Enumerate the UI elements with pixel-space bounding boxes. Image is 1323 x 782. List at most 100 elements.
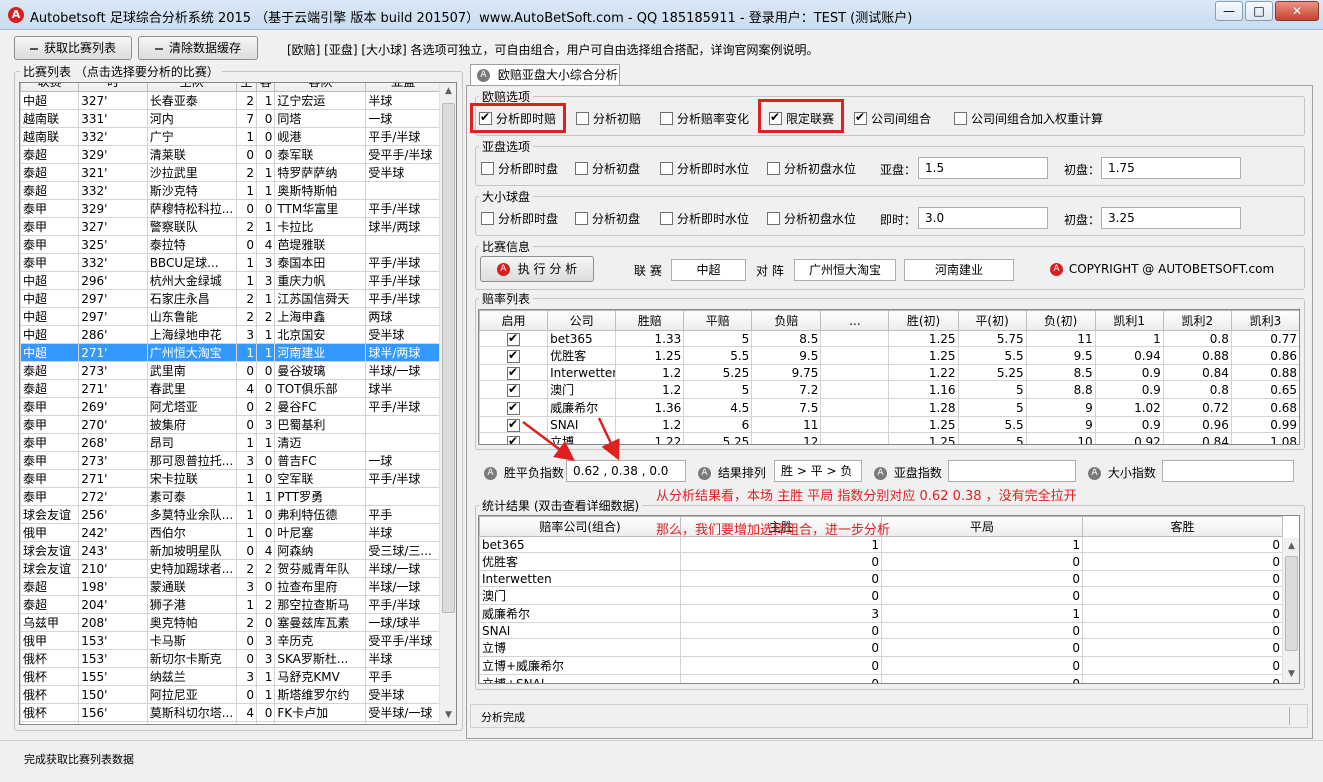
scroll-up-icon[interactable]: ▲	[440, 83, 456, 100]
odds-enable-cell[interactable]	[479, 364, 549, 381]
checkbox-icon[interactable]	[575, 212, 588, 225]
odds-row[interactable]: bet3651.3358.51.255.751110.80.77	[479, 330, 1299, 347]
match-row[interactable]: 俄杯 150' 阿拉尼亚 0 1 斯塔维罗尔约 受半球	[20, 685, 441, 704]
scroll-up-icon[interactable]: ▲	[1283, 538, 1299, 555]
match-row[interactable]: 乌兹甲 208' 奥克特帕 2 0 塞曼兹库瓦素 一球/球半	[20, 613, 441, 632]
rank-value[interactable]: 胜 > 平 > 负	[774, 460, 862, 482]
match-column-header[interactable]: 亚盘	[365, 83, 441, 92]
stats-row[interactable]: 威廉希尔 3 1 0	[479, 604, 1283, 623]
odds-column-header[interactable]: 公司	[547, 310, 617, 331]
ou-index-value[interactable]	[1162, 460, 1294, 482]
match-row[interactable]: 泰超 204' 狮子港 1 2 那空拉查斯马 平手/半球	[20, 595, 441, 614]
scroll-thumb[interactable]	[442, 103, 455, 613]
odds-column-header[interactable]: ...	[820, 310, 890, 331]
match-row[interactable]: 泰甲 332' BBCU足球... 1 3 泰国本田 平手/半球	[20, 253, 441, 272]
checkbox-icon[interactable]	[660, 112, 673, 125]
ou-checkbox-2[interactable]: 分析即时水位	[660, 210, 749, 227]
checkbox-icon[interactable]	[481, 162, 494, 175]
ou-checkbox-3[interactable]: 分析初盘水位	[767, 210, 856, 227]
odds-column-header[interactable]: 胜(初)	[888, 310, 959, 331]
checkbox-icon[interactable]	[854, 110, 867, 125]
minimize-button[interactable]: —	[1215, 1, 1243, 21]
match-row[interactable]: 球会友谊160'巴玛祖瓦洛斯...31布达尔斯平手/半球	[20, 721, 441, 724]
match-row[interactable]: 中超 297' 石家庄永昌 2 1 江苏国信舜天 平手/半球	[20, 289, 441, 308]
match-column-header[interactable]: 客	[256, 83, 276, 92]
enable-checkbox-icon[interactable]	[507, 382, 521, 397]
match-row[interactable]: 泰超 198' 蒙通联 3 0 拉查布里府 半球/一球	[20, 577, 441, 596]
ou-line-input[interactable]: 3.0	[918, 207, 1048, 229]
odds-enable-cell[interactable]	[479, 380, 549, 399]
match-row[interactable]: 中超 327' 长春亚泰 2 1 辽宁宏运 半球	[20, 91, 441, 110]
stats-list[interactable]: 赔率公司(组合) 主胜 平局 客胜 bet365 1 1 0 优胜客 0 0 0 Interwette…	[478, 515, 1300, 684]
checkbox-icon[interactable]	[576, 112, 589, 125]
stats-row[interactable]: SNAI 0 0 0	[479, 622, 1283, 639]
match-row[interactable]: 球会友谊 210' 史特加踢球者... 2 2 贺芬威青年队 半球/一球	[20, 559, 441, 578]
match-row[interactable]: 泰超 321' 沙拉武里 2 1 特罗萨萨纳 受半球	[20, 163, 441, 182]
asian-checkbox-2[interactable]: 分析即时水位	[660, 160, 749, 177]
match-row[interactable]: 俄甲 242' 西伯尔 1 0 叶尼塞 半球	[20, 523, 441, 542]
match-row[interactable]: 中超 296' 杭州大金绿城 1 3 重庆力帆 平手/半球	[20, 271, 441, 290]
checkbox-icon[interactable]	[769, 110, 782, 125]
match-row[interactable]: 泰超 329' 清莱联 0 0 泰军联 受平手/半球	[20, 145, 441, 164]
match-column-header[interactable]: 主	[235, 83, 258, 92]
odds-column-header[interactable]: 负赔	[751, 310, 822, 331]
odds-column-header[interactable]: 平(初)	[957, 310, 1027, 331]
euro-checkbox-2[interactable]: 分析赔率变化	[660, 110, 749, 127]
match-row[interactable]: 泰甲 327' 警察联队 2 1 卡拉比 球半/两球	[20, 217, 441, 236]
enable-checkbox-icon[interactable]	[507, 366, 521, 380]
euro-checkbox-0[interactable]: 分析即时赔	[479, 110, 556, 127]
euro-checkbox-4[interactable]: 公司间组合	[854, 110, 931, 127]
stats-column-header[interactable]: 赔率公司(组合)	[479, 516, 681, 537]
match-row[interactable]: 泰超 332' 斯沙克特 1 1 奥斯特斯帕	[20, 181, 441, 200]
ou-checkbox-0[interactable]: 分析即时盘	[481, 210, 558, 227]
asian-checkbox-1[interactable]: 分析初盘	[575, 160, 640, 177]
asian-checkbox-3[interactable]: 分析初盘水位	[767, 160, 856, 177]
odds-row[interactable]: Interwetten1.25.259.751.225.258.50.90.84…	[479, 364, 1299, 381]
match-row[interactable]: 泰甲 273' 那可恩普拉托... 3 0 普吉FC 一球	[20, 451, 441, 470]
match-column-header[interactable]: 时	[78, 83, 148, 92]
stats-row[interactable]: bet365 1 1 0	[479, 536, 1283, 553]
run-analysis-button[interactable]: A 执 行 分 析	[480, 256, 594, 282]
odds-column-header[interactable]: 负(初)	[1025, 310, 1096, 331]
match-row[interactable]: 泰超 273' 武里南 0 0 曼谷玻璃 半球/一球	[20, 361, 441, 380]
odds-column-header[interactable]: 凯利1	[1094, 310, 1164, 331]
match-list-scrollbar[interactable]: ▲ ▼	[439, 83, 456, 724]
stats-scrollbar[interactable]: ▲ ▼	[1282, 538, 1299, 683]
checkbox-icon[interactable]	[767, 212, 780, 225]
odds-column-header[interactable]: 启用	[479, 310, 549, 331]
stats-row[interactable]: 澳门 0 0 0	[479, 586, 1283, 605]
match-row[interactable]: 俄甲 153' 卡马斯 0 3 辛历克 受平手/半球	[20, 631, 441, 650]
odds-enable-cell[interactable]	[479, 346, 549, 365]
match-column-header[interactable]: 客队	[274, 83, 367, 92]
clear-cache-button[interactable]: 清除数据缓存	[138, 36, 258, 60]
match-row[interactable]: 泰超 271' 春武里 4 0 TOT俱乐部 球半	[20, 379, 441, 398]
stats-column-header[interactable]: 平局	[881, 516, 1083, 537]
asian-open-input[interactable]: 1.75	[1101, 157, 1241, 179]
euro-checkbox-5[interactable]: 公司间组合加入权重计算	[954, 110, 1103, 127]
stats-row[interactable]: 立博+威廉希尔 0 0 0	[479, 656, 1283, 675]
odds-enable-cell[interactable]	[479, 330, 549, 347]
odds-column-header[interactable]: 胜赔	[615, 310, 685, 331]
checkbox-icon[interactable]	[767, 162, 780, 175]
scroll-down-icon[interactable]: ▼	[1283, 666, 1299, 683]
checkbox-icon[interactable]	[660, 212, 673, 225]
enable-checkbox-icon[interactable]	[507, 348, 521, 363]
match-row[interactable]: 泰甲 271' 宋卡拉联 1 0 空军联 平手/半球	[20, 469, 441, 488]
match-row[interactable]: 中超 271' 广州恒大淘宝 1 1 河南建业 球半/两球	[20, 343, 441, 362]
maximize-button[interactable]: □	[1245, 1, 1273, 21]
match-row[interactable]: 泰甲 329' 萨穆特松科拉... 0 0 TTM华富里 平手/半球	[20, 199, 441, 218]
odds-row[interactable]: 澳门1.257.21.1658.80.90.80.65	[479, 380, 1299, 399]
match-row[interactable]: 泰甲 272' 素可泰 1 1 PTT罗勇	[20, 487, 441, 506]
match-row[interactable]: 泰甲 325' 泰拉特 0 4 芭堤雅联	[20, 235, 441, 254]
ou-checkbox-1[interactable]: 分析初盘	[575, 210, 640, 227]
match-row[interactable]: 球会友谊 243' 新加坡明星队 0 4 阿森纳 受三球/三...	[20, 541, 441, 560]
stats-row[interactable]: Interwetten 0 0 0	[479, 570, 1283, 587]
scroll-thumb[interactable]	[1285, 556, 1298, 651]
match-row[interactable]: 泰甲 270' 披集府 0 3 巴蜀基利	[20, 415, 441, 434]
match-row[interactable]: 球会友谊 256' 多莫特业余队... 1 0 弗利特伍德 平手	[20, 505, 441, 524]
ou-open-input[interactable]: 3.25	[1101, 207, 1241, 229]
checkbox-icon[interactable]	[481, 212, 494, 225]
odds-column-header[interactable]: 平赔	[683, 310, 753, 331]
odds-row[interactable]: 优胜客1.255.59.51.255.59.50.940.880.86	[479, 346, 1299, 365]
scroll-down-icon[interactable]: ▼	[440, 707, 456, 724]
